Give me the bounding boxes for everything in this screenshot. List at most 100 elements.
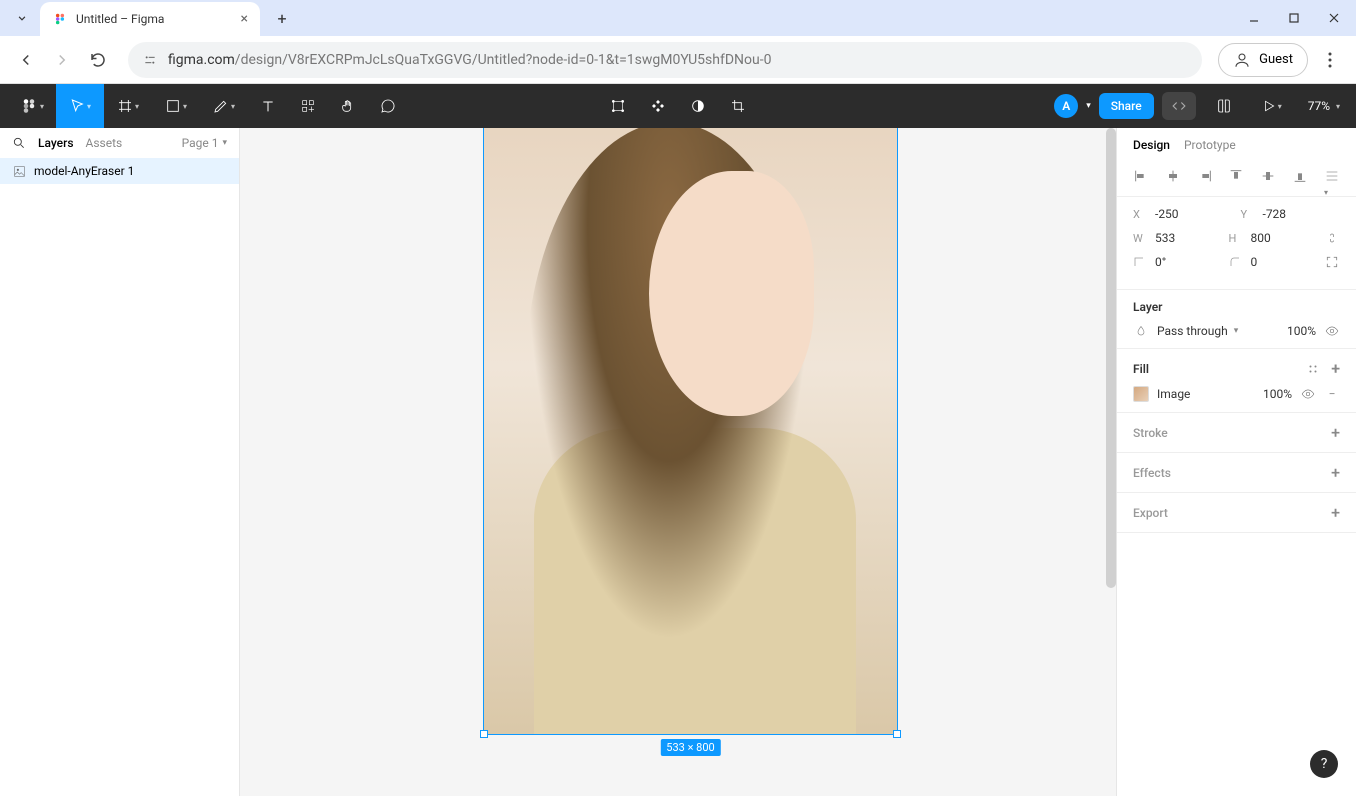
independent-corners-icon[interactable]: [1324, 255, 1340, 269]
comment-tool[interactable]: [368, 84, 408, 128]
w-label: W: [1133, 232, 1147, 245]
fill-swatch[interactable]: [1133, 386, 1149, 402]
user-icon: [1233, 51, 1251, 69]
selected-image[interactable]: 533 × 800: [483, 128, 898, 735]
help-button[interactable]: ?: [1310, 750, 1338, 778]
guest-label: Guest: [1259, 52, 1293, 67]
search-icon[interactable]: [12, 136, 26, 150]
component-icon: [650, 98, 666, 114]
resources-tool[interactable]: [288, 84, 328, 128]
main-menu-button[interactable]: ▾: [8, 84, 56, 128]
x-input[interactable]: -250: [1155, 207, 1217, 221]
corner-input[interactable]: 0: [1251, 255, 1313, 269]
align-left-icon[interactable]: [1133, 168, 1149, 184]
align-bottom-icon[interactable]: [1292, 168, 1308, 184]
layers-tab[interactable]: Layers: [38, 136, 74, 150]
site-settings-icon[interactable]: [142, 52, 158, 68]
cursor-icon: [69, 98, 85, 114]
layer-name: model-AnyEraser 1: [34, 164, 134, 178]
y-input[interactable]: -728: [1263, 207, 1325, 221]
resize-handle-br[interactable]: [893, 730, 901, 738]
user-avatar[interactable]: A: [1054, 94, 1078, 118]
effects-section-title: Effects: [1133, 466, 1171, 480]
frame-tool[interactable]: ▾: [104, 84, 152, 128]
blend-mode-icon: [1133, 325, 1149, 337]
browser-toolbar: figma.com/design/V8rEXCRPmJcLsQuaTxGGVG/…: [0, 36, 1356, 84]
distribute-icon[interactable]: ▾: [1324, 168, 1340, 184]
minimize-button[interactable]: [1240, 4, 1268, 32]
constrain-proportions-icon[interactable]: [1324, 231, 1340, 245]
canvas[interactable]: 533 × 800: [240, 128, 1116, 796]
chevron-down-icon[interactable]: ▾: [1086, 101, 1091, 111]
shape-tool[interactable]: ▾: [152, 84, 200, 128]
resources-icon: [300, 98, 316, 114]
layer-opacity-input[interactable]: 100%: [1287, 324, 1316, 338]
window-controls: [1240, 0, 1348, 36]
profile-button[interactable]: Guest: [1218, 43, 1308, 77]
align-hcenter-icon[interactable]: [1165, 168, 1181, 184]
align-vcenter-icon[interactable]: [1260, 168, 1276, 184]
remove-fill-button[interactable]: −: [1324, 387, 1340, 401]
rotation-input[interactable]: 0°: [1155, 255, 1217, 269]
edit-object-button[interactable]: [598, 84, 638, 128]
w-input[interactable]: 533: [1155, 231, 1217, 245]
resize-handle-bl[interactable]: [480, 730, 488, 738]
fill-opacity-input[interactable]: 100%: [1263, 387, 1292, 401]
address-bar[interactable]: figma.com/design/V8rEXCRPmJcLsQuaTxGGVG/…: [128, 42, 1202, 78]
forward-button[interactable]: [48, 46, 76, 74]
close-window-button[interactable]: [1320, 4, 1348, 32]
maximize-button[interactable]: [1280, 4, 1308, 32]
move-tool[interactable]: ▾: [56, 84, 104, 128]
h-input[interactable]: 800: [1251, 231, 1313, 245]
hand-tool[interactable]: [328, 84, 368, 128]
figma-toolbar: ▾ ▾ ▾ ▾ ▾: [0, 84, 1356, 128]
edit-object-icon: [610, 98, 626, 114]
visibility-icon[interactable]: [1324, 324, 1340, 338]
prototype-tab[interactable]: Prototype: [1184, 138, 1236, 152]
crop-icon: [730, 98, 746, 114]
tab-search-button[interactable]: [8, 4, 36, 32]
present-button[interactable]: ▾: [1252, 84, 1292, 128]
crop-button[interactable]: [718, 84, 758, 128]
export-section-title: Export: [1133, 506, 1168, 520]
chevron-down-icon: ▾: [183, 102, 187, 111]
back-button[interactable]: [12, 46, 40, 74]
add-fill-button[interactable]: +: [1331, 359, 1340, 378]
library-button[interactable]: [1204, 84, 1244, 128]
frame-icon: [117, 98, 133, 114]
layer-item[interactable]: model-AnyEraser 1: [0, 158, 239, 184]
page-selector[interactable]: Page 1▾: [182, 136, 227, 150]
share-button[interactable]: Share: [1099, 93, 1154, 119]
design-tab[interactable]: Design: [1133, 138, 1170, 152]
assets-tab[interactable]: Assets: [86, 136, 123, 150]
browser-tab[interactable]: Untitled – Figma ×: [40, 2, 260, 36]
dimension-badge: 533 × 800: [660, 739, 720, 756]
align-right-icon[interactable]: [1197, 168, 1213, 184]
align-top-icon[interactable]: [1228, 168, 1244, 184]
blend-mode-select[interactable]: Pass through▾: [1157, 324, 1279, 338]
text-tool[interactable]: [248, 84, 288, 128]
fill-styles-icon[interactable]: [1305, 359, 1321, 378]
add-stroke-button[interactable]: +: [1331, 423, 1340, 442]
tab-title: Untitled – Figma: [76, 12, 233, 26]
canvas-scrollbar[interactable]: [1106, 128, 1116, 588]
corner-radius-icon: [1229, 256, 1243, 268]
rotation-icon: [1133, 256, 1147, 268]
export-section: Export +: [1117, 493, 1356, 533]
new-tab-button[interactable]: +: [268, 4, 296, 32]
visibility-icon[interactable]: [1300, 387, 1316, 401]
fill-type[interactable]: Image: [1157, 387, 1255, 401]
zoom-control[interactable]: 77%▾: [1300, 99, 1348, 113]
close-icon[interactable]: ×: [241, 11, 248, 27]
mask-button[interactable]: [678, 84, 718, 128]
add-effect-button[interactable]: +: [1331, 463, 1340, 482]
stroke-section: Stroke +: [1117, 413, 1356, 453]
browser-menu-button[interactable]: [1316, 52, 1344, 68]
chevron-down-icon: ▾: [40, 102, 44, 111]
reload-button[interactable]: [84, 46, 112, 74]
create-component-button[interactable]: [638, 84, 678, 128]
dev-mode-button[interactable]: [1162, 92, 1196, 120]
pen-tool[interactable]: ▾: [200, 84, 248, 128]
add-export-button[interactable]: +: [1331, 503, 1340, 522]
play-icon: [1262, 99, 1276, 113]
